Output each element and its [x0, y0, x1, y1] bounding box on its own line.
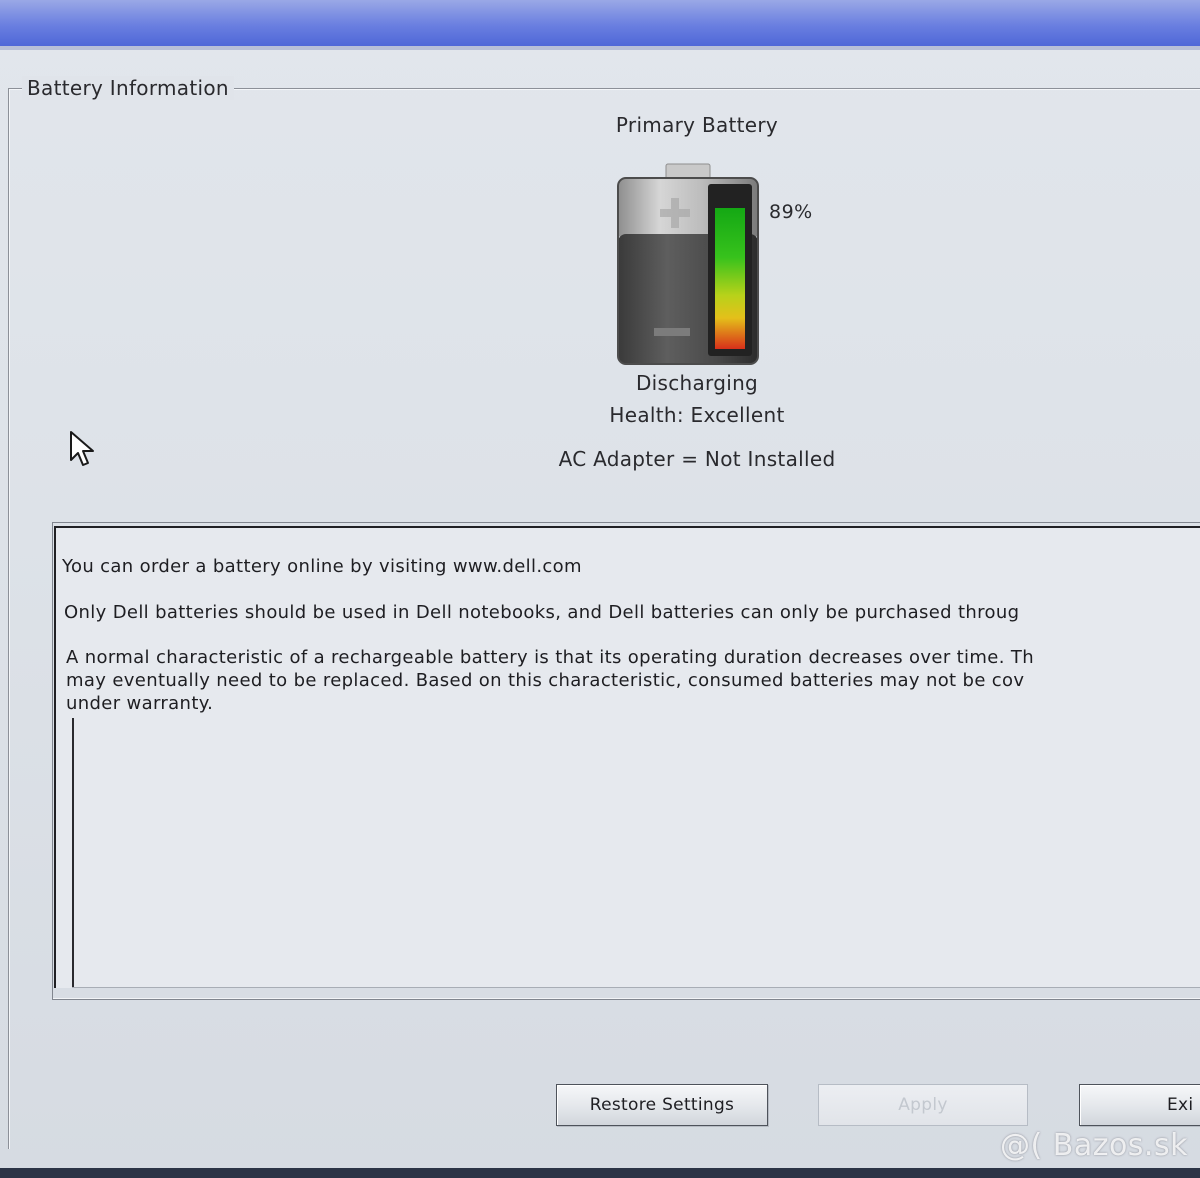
charging-state: Discharging — [635, 371, 759, 395]
ac-adapter-status: AC Adapter = Not Installed — [558, 447, 836, 471]
charge-gauge — [715, 208, 745, 349]
battery-icon — [617, 163, 759, 365]
battery-health: Health: Excellent — [609, 403, 785, 427]
mouse-pointer-icon — [70, 431, 94, 466]
bios-battery-screen: Battery Information Primary Battery 89% … — [0, 0, 1200, 1178]
title-bar-edge — [0, 46, 1200, 50]
info-panel-rule — [72, 718, 74, 988]
warranty-line-3: under warranty. — [66, 693, 214, 714]
info-panel — [54, 526, 1200, 988]
title-bar — [0, 0, 1200, 46]
info-panel-bottom — [72, 987, 1200, 988]
warranty-line-1: A normal characteristic of a rechargeabl… — [66, 647, 1034, 668]
apply-button[interactable]: Apply — [818, 1084, 1028, 1126]
battery-title: Primary Battery — [615, 113, 779, 137]
info-paragraph-order: You can order a battery online by visiti… — [62, 556, 582, 577]
warranty-line-2: may eventually need to be replaced. Base… — [66, 670, 1025, 691]
watermark: @( Bazos.sk — [1000, 1128, 1188, 1163]
group-title: Battery Information — [22, 76, 234, 100]
exit-button[interactable]: Exi — [1079, 1084, 1200, 1126]
screen-bottom-edge — [0, 1168, 1200, 1178]
restore-settings-button[interactable]: Restore Settings — [556, 1084, 768, 1126]
charge-percent: 89% — [769, 201, 813, 223]
minus-sign — [654, 328, 690, 336]
info-paragraph-dell-only: Only Dell batteries should be used in De… — [64, 602, 1020, 623]
info-paragraph-warranty: A normal characteristic of a rechargeabl… — [66, 646, 1200, 715]
